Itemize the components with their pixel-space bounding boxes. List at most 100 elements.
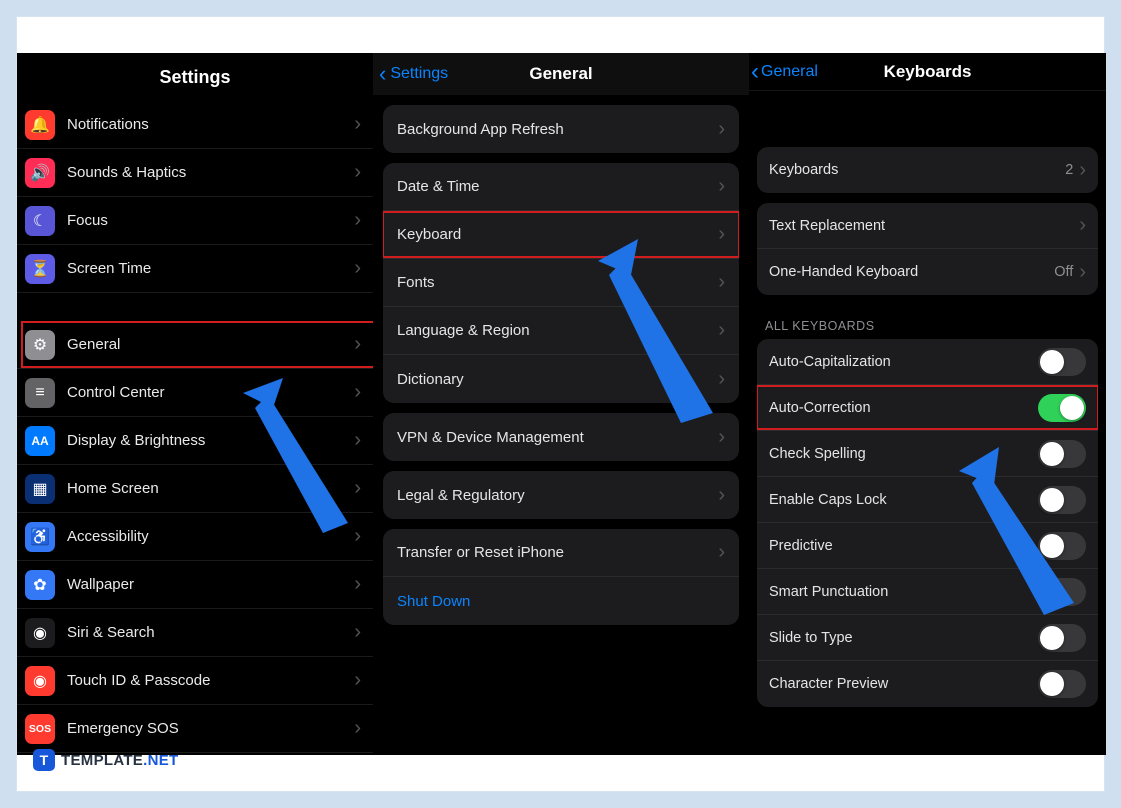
general-row-legal-regulatory[interactable]: Legal & Regulatory› bbox=[383, 471, 739, 519]
keyboard-row-smart-punctuation[interactable]: Smart Punctuation bbox=[757, 569, 1098, 615]
general-row-label: Fonts bbox=[397, 274, 718, 291]
chevron-right-icon: › bbox=[354, 381, 361, 404]
chevron-left-icon: ‹ bbox=[379, 61, 386, 87]
keyboards-header: ‹ General Keyboards bbox=[749, 53, 1106, 91]
chevron-right-icon: › bbox=[354, 573, 361, 596]
panel-keyboards: ‹ General Keyboards Keyboards2› Text Rep… bbox=[749, 53, 1106, 755]
keyboard-row-one-handed-keyboard[interactable]: One-Handed KeyboardOff› bbox=[757, 249, 1098, 295]
settings-row-general[interactable]: ⚙General› bbox=[17, 321, 373, 369]
all-keyboards-section-header: ALL KEYBOARDS bbox=[749, 305, 1106, 339]
settings-row-sounds-haptics[interactable]: 🔊Sounds & Haptics› bbox=[17, 149, 373, 197]
settings-row-emergency-sos[interactable]: SOSEmergency SOS› bbox=[17, 705, 373, 753]
chevron-right-icon: › bbox=[718, 541, 725, 564]
fingerprint-icon: ◉ bbox=[25, 666, 55, 696]
flower-icon: ✿ bbox=[25, 570, 55, 600]
toggle-knob bbox=[1040, 442, 1064, 466]
settings-row-siri-search[interactable]: ◉Siri & Search› bbox=[17, 609, 373, 657]
settings-row-display-brightness[interactable]: AADisplay & Brightness› bbox=[17, 417, 373, 465]
chevron-right-icon: › bbox=[354, 621, 361, 644]
keyboard-row-check-spelling[interactable]: Check Spelling bbox=[757, 431, 1098, 477]
toggle-switch[interactable] bbox=[1038, 486, 1086, 514]
chevron-right-icon: › bbox=[718, 271, 725, 294]
keyboard-row-label: Enable Caps Lock bbox=[769, 492, 1038, 508]
toggle-knob bbox=[1040, 488, 1064, 512]
general-row-transfer-or-reset-iphone[interactable]: Transfer or Reset iPhone› bbox=[383, 529, 739, 577]
keyboard-row-slide-to-type[interactable]: Slide to Type bbox=[757, 615, 1098, 661]
keyboard-row-label: Auto-Capitalization bbox=[769, 354, 1038, 370]
general-row-shut-down[interactable]: Shut Down bbox=[383, 577, 739, 625]
text-aa-icon: AA bbox=[25, 426, 55, 456]
settings-row-label: General bbox=[67, 336, 354, 353]
general-row-label: VPN & Device Management bbox=[397, 429, 718, 446]
general-row-keyboard[interactable]: Keyboard› bbox=[383, 211, 739, 259]
back-to-general-button[interactable]: ‹ General bbox=[749, 58, 818, 86]
keyboard-row-label: Auto-Correction bbox=[769, 400, 1038, 416]
moon-icon: ☾ bbox=[25, 206, 55, 236]
keyboard-row-text-replacement[interactable]: Text Replacement› bbox=[757, 203, 1098, 249]
back-to-settings-button[interactable]: ‹ Settings bbox=[373, 61, 448, 87]
general-row-dictionary[interactable]: Dictionary› bbox=[383, 355, 739, 403]
settings-row-focus[interactable]: ☾Focus› bbox=[17, 197, 373, 245]
panel-settings: Settings 🔔Notifications›🔊Sounds & Haptic… bbox=[17, 53, 373, 755]
settings-row-label: Control Center bbox=[67, 384, 354, 401]
keyboard-row-label: Text Replacement bbox=[769, 218, 1079, 234]
keyboard-row-label: Smart Punctuation bbox=[769, 584, 1038, 600]
toggle-knob bbox=[1040, 350, 1064, 374]
settings-row-control-center[interactable]: ≡ Control Center› bbox=[17, 369, 373, 417]
settings-title: Settings bbox=[17, 53, 373, 101]
general-row-label: Background App Refresh bbox=[397, 121, 718, 138]
general-row-date-time[interactable]: Date & Time› bbox=[383, 163, 739, 211]
toggle-switch[interactable] bbox=[1038, 624, 1086, 652]
grid-icon: ▦ bbox=[25, 474, 55, 504]
general-row-background-app-refresh[interactable]: Background App Refresh› bbox=[383, 105, 739, 153]
settings-row-label: Siri & Search bbox=[67, 624, 354, 641]
three-panel-screenshot: Settings 🔔Notifications›🔊Sounds & Haptic… bbox=[17, 53, 1106, 755]
template-logo-icon: T bbox=[33, 749, 55, 771]
settings-row-home-screen[interactable]: ▦Home Screen› bbox=[17, 465, 373, 513]
keyboard-row-label: Check Spelling bbox=[769, 446, 1038, 462]
switches-icon: ≡ bbox=[25, 378, 55, 408]
settings-row-touch-id-passcode[interactable]: ◉Touch ID & Passcode› bbox=[17, 657, 373, 705]
keyboard-row-predictive[interactable]: Predictive bbox=[757, 523, 1098, 569]
keyboard-row-label: Slide to Type bbox=[769, 630, 1038, 646]
row-value: 2 bbox=[1065, 162, 1073, 178]
toggle-switch[interactable] bbox=[1038, 670, 1086, 698]
watermark-suffix: .NET bbox=[143, 752, 178, 769]
toggle-switch[interactable] bbox=[1038, 394, 1086, 422]
back-label: General bbox=[761, 63, 818, 81]
keyboard-row-auto-correction[interactable]: Auto-Correction bbox=[757, 385, 1098, 431]
toggle-switch[interactable] bbox=[1038, 440, 1086, 468]
keyboard-row-auto-capitalization[interactable]: Auto-Capitalization bbox=[757, 339, 1098, 385]
toggle-switch[interactable] bbox=[1038, 532, 1086, 560]
toggle-switch[interactable] bbox=[1038, 578, 1086, 606]
settings-row-notifications[interactable]: 🔔Notifications› bbox=[17, 101, 373, 149]
chevron-right-icon: › bbox=[354, 257, 361, 280]
settings-row-label: Sounds & Haptics bbox=[67, 164, 354, 181]
general-row-language-region[interactable]: Language & Region› bbox=[383, 307, 739, 355]
settings-row-label: Touch ID & Passcode bbox=[67, 672, 354, 689]
watermark-text: TEMPLATE bbox=[61, 752, 143, 769]
keyboard-row-enable-caps-lock[interactable]: Enable Caps Lock bbox=[757, 477, 1098, 523]
keyboard-row-label: Keyboards bbox=[769, 162, 1065, 178]
keyboard-row-character-preview[interactable]: Character Preview bbox=[757, 661, 1098, 707]
tutorial-frame: Settings 🔔Notifications›🔊Sounds & Haptic… bbox=[16, 16, 1105, 792]
keyboard-row-keyboards[interactable]: Keyboards2› bbox=[757, 147, 1098, 193]
toggle-knob bbox=[1060, 396, 1084, 420]
chevron-right-icon: › bbox=[354, 429, 361, 452]
settings-row-accessibility[interactable]: ♿Accessibility› bbox=[17, 513, 373, 561]
settings-row-wallpaper[interactable]: ✿Wallpaper› bbox=[17, 561, 373, 609]
general-row-label: Transfer or Reset iPhone bbox=[397, 544, 718, 561]
chevron-right-icon: › bbox=[354, 209, 361, 232]
chevron-right-icon: › bbox=[1079, 214, 1086, 237]
general-row-vpn-device-management[interactable]: VPN & Device Management› bbox=[383, 413, 739, 461]
chevron-right-icon: › bbox=[354, 717, 361, 740]
general-row-fonts[interactable]: Fonts› bbox=[383, 259, 739, 307]
person-icon: ♿ bbox=[25, 522, 55, 552]
toggle-knob bbox=[1040, 534, 1064, 558]
general-row-label: Date & Time bbox=[397, 178, 718, 195]
settings-row-screen-time[interactable]: ⏳Screen Time› bbox=[17, 245, 373, 293]
toggle-knob bbox=[1040, 626, 1064, 650]
chevron-right-icon: › bbox=[718, 223, 725, 246]
settings-row-label: Notifications bbox=[67, 116, 354, 133]
toggle-switch[interactable] bbox=[1038, 348, 1086, 376]
